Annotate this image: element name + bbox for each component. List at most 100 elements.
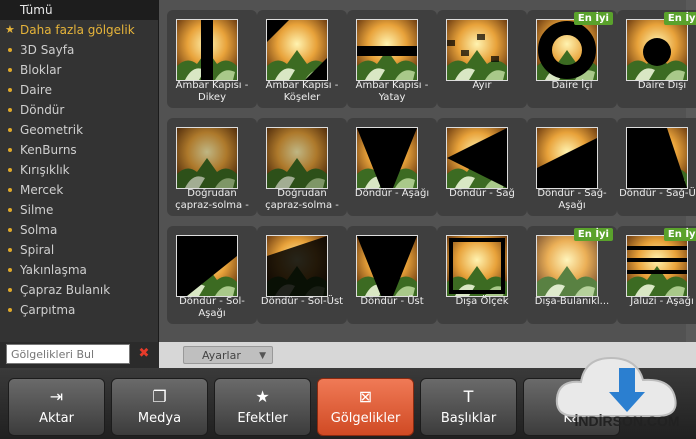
search-bar: ✖ — [0, 342, 158, 368]
sidebar-item-label: Çarpıtma — [20, 303, 76, 317]
transition-label: Döndür - Sağ — [449, 188, 515, 199]
star-icon: ★ — [5, 23, 15, 36]
sidebar-item[interactable]: ★ Daha fazla gölgelik — [0, 20, 158, 40]
clear-search-icon[interactable]: ✖ — [137, 346, 151, 362]
transition-label: Dışa Ölçek — [455, 296, 509, 307]
transition-label: Döndür - Sol-Aşağı — [179, 296, 245, 319]
bullet-icon — [8, 128, 12, 132]
best-badge: En İyi — [573, 228, 613, 241]
sidebar-item-label: Kırışıklık — [20, 163, 70, 177]
transition-tile[interactable]: Döndür - Sağ-Aşağı — [527, 118, 617, 216]
best-badge: En İyi — [663, 12, 696, 25]
transition-tile[interactable]: Ambar Kapısı - Köşeler — [257, 10, 347, 108]
sidebar-item[interactable]: KenBurns — [0, 140, 158, 160]
sidebar-item[interactable]: Mercek — [0, 180, 158, 200]
best-badge: En İyi — [573, 12, 613, 25]
sidebar-item[interactable]: Kırışıklık — [0, 160, 158, 180]
transition-thumbnail — [356, 235, 418, 297]
sidebar-item-label: 3D Sayfa — [20, 43, 75, 57]
nav-label: Başlıklar — [440, 411, 497, 426]
transition-icon: ⊠ — [358, 387, 373, 406]
bullet-icon — [8, 88, 12, 92]
transition-thumbnail — [446, 19, 508, 81]
transition-label: Doğrudan çapraz-solma - — [175, 188, 249, 211]
bullet-icon — [8, 248, 12, 252]
sidebar-item[interactable]: Çarpıtma — [0, 300, 158, 320]
transition-thumbnail — [536, 235, 598, 297]
transition-label: Daire Dışı — [637, 80, 687, 91]
sidebar-item-label: Spiral — [20, 243, 55, 257]
transition-tile[interactable]: Döndür - Üst — [347, 226, 437, 324]
transition-tile[interactable]: Döndür - Sağ — [437, 118, 527, 216]
transition-thumbnail — [356, 127, 418, 189]
sidebar-item[interactable]: Çapraz Bulanık — [0, 280, 158, 300]
transition-thumbnail — [266, 19, 328, 81]
bullet-icon — [8, 68, 12, 72]
sidebar-item-label: Daha fazla gölgelik — [20, 23, 135, 37]
sidebar-item-label: Solma — [20, 223, 58, 237]
nav-button-3[interactable]: ⊠ Gölgelikler — [317, 378, 414, 436]
sidebar-item-label: Tümü — [20, 3, 53, 17]
transition-tile[interactable]: En İyi Jaluzi - Aşağı — [617, 226, 696, 324]
transition-tile[interactable]: Döndür - Sol-Aşağı — [167, 226, 257, 324]
transition-label: Döndür - Sağ-Aşağı — [537, 188, 607, 211]
search-input[interactable] — [6, 344, 130, 364]
sidebar-item[interactable]: Yakınlaşma — [0, 260, 158, 280]
transition-tile[interactable]: Döndür - Sol-Üst — [257, 226, 347, 324]
transition-tile[interactable]: Ambar Kapısı - Dikey — [167, 10, 257, 108]
settings-dropdown[interactable]: Ayarlar ▼ — [183, 346, 273, 364]
transition-thumbnail — [626, 235, 688, 297]
sidebar-item[interactable]: Daire — [0, 80, 158, 100]
transition-tile[interactable]: En İyi Daire İçi — [527, 10, 617, 108]
sidebar-item-label: Geometrik — [20, 123, 84, 137]
transition-thumbnail — [176, 235, 238, 297]
transition-label: Döndür - Üst — [360, 296, 424, 307]
transition-tile[interactable]: Ayır — [437, 10, 527, 108]
transition-label: Ayır — [472, 80, 492, 91]
star-icon: ★ — [255, 387, 270, 406]
transition-tile[interactable]: Dışa Ölçek — [437, 226, 527, 324]
transition-thumbnail — [446, 127, 508, 189]
bullet-icon — [8, 148, 12, 152]
nav-button-0[interactable]: ⇥ Aktar — [8, 378, 105, 436]
sidebar-item[interactable]: Geometrik — [0, 120, 158, 140]
transition-thumbnail — [446, 235, 508, 297]
transition-label: Ambar Kapısı - Dikey — [175, 80, 249, 103]
transition-thumbnail — [626, 19, 688, 81]
transition-thumbnail — [266, 127, 328, 189]
bullet-icon — [8, 308, 12, 312]
nav-label: Aktar — [39, 411, 74, 426]
transition-tile[interactable]: En İyi Daire Dışı — [617, 10, 696, 108]
nav-button-4[interactable]: T Başlıklar — [420, 378, 517, 436]
transition-tile[interactable]: Döndür - Aşağı — [347, 118, 437, 216]
sidebar-item[interactable]: Spiral — [0, 240, 158, 260]
sidebar-item-label: Döndür — [20, 103, 65, 117]
transition-thumbnail — [356, 19, 418, 81]
transition-label: Döndür - Aşağı — [354, 188, 430, 199]
sidebar-item[interactable]: Silme — [0, 200, 158, 220]
sidebar-item[interactable]: 3D Sayfa — [0, 40, 158, 60]
transition-tile[interactable]: En İyi Dışa-Bulanıkl... — [527, 226, 617, 324]
sidebar-item-label: Mercek — [20, 183, 64, 197]
transition-thumbnail — [626, 127, 688, 189]
transition-label: Jaluzi - Aşağı — [630, 296, 694, 307]
transition-tile[interactable]: Ambar Kapısı - Yatay — [347, 10, 437, 108]
sidebar-item[interactable]: Solma — [0, 220, 158, 240]
bullet-icon — [8, 288, 12, 292]
nav-button-2[interactable]: ★ Efektler — [214, 378, 311, 436]
transition-label: Ambar Kapısı - Yatay — [355, 80, 429, 103]
text-icon: T — [463, 387, 474, 406]
sidebar-item[interactable]: Tümü — [0, 0, 158, 20]
media-icon: ❐ — [152, 387, 167, 406]
import-icon: ⇥ — [49, 387, 64, 406]
transition-thumbnail — [266, 235, 328, 297]
transition-thumbnail — [536, 127, 598, 189]
nav-button-1[interactable]: ❐ Medya — [111, 378, 208, 436]
sidebar-item[interactable]: Bloklar — [0, 60, 158, 80]
transition-tile[interactable]: Doğrudan çapraz-solma - — [167, 118, 257, 216]
transition-tile[interactable]: Döndür - Sağ-Üst — [617, 118, 696, 216]
bullet-icon — [8, 168, 12, 172]
bullet-icon — [8, 208, 12, 212]
sidebar-item[interactable]: Döndür — [0, 100, 158, 120]
transition-tile[interactable]: Doğrudan çapraz-solma - — [257, 118, 347, 216]
